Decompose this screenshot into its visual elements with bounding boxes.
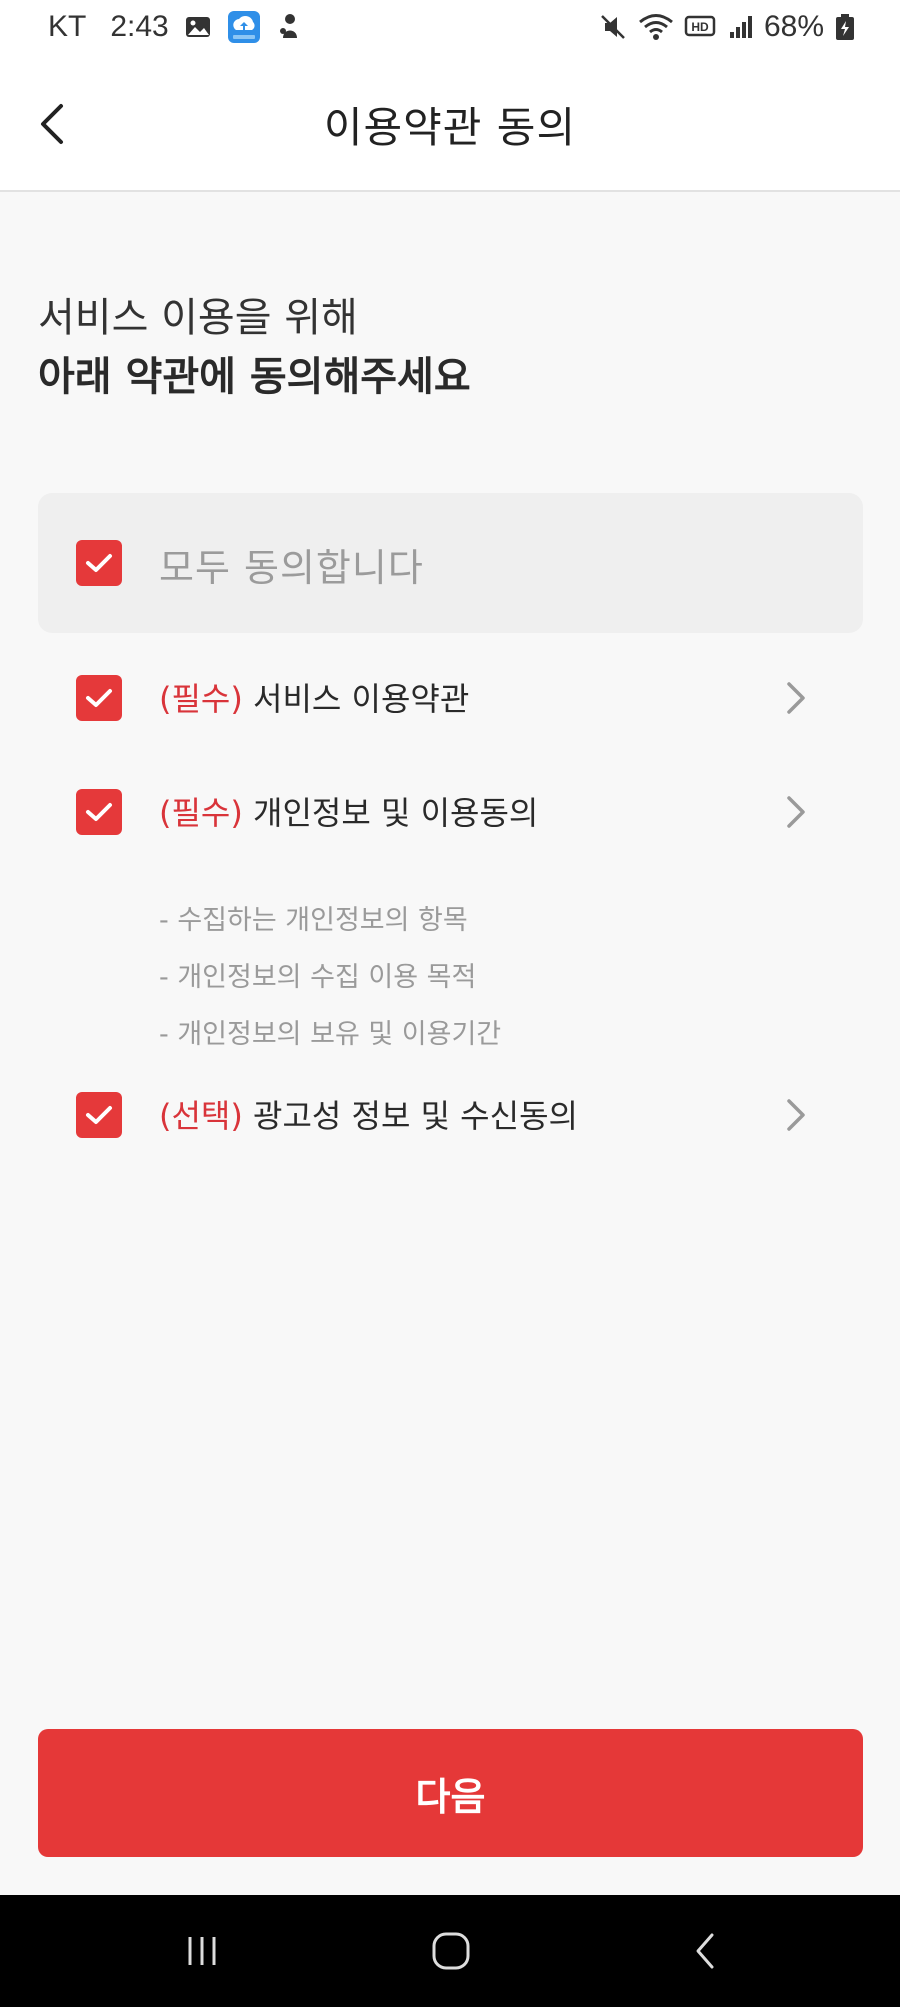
agree-all-label: 모두 동의합니다 [159, 546, 424, 590]
privacy-detail-item: - 수집하는 개인정보의 항목 [159, 905, 468, 936]
recent-apps-button[interactable] [172, 1923, 232, 1979]
required-tag: (필수) [159, 794, 243, 832]
check-icon [86, 1106, 112, 1124]
hd-voice-icon: HD [684, 12, 718, 42]
optional-tag: (선택) [159, 1097, 243, 1135]
privacy-detail-item: - 개인정보의 보유 및 이용기간 [159, 1019, 502, 1050]
term-item-marketing[interactable]: (선택) 광고성 정보 및 수신동의 [38, 1075, 863, 1155]
term-label-privacy: (필수) 개인정보 및 이용동의 [159, 788, 538, 834]
agree-all-checkbox[interactable] [76, 540, 122, 586]
privacy-detail-item: - 개인정보의 수집 이용 목적 [159, 962, 477, 993]
app-header: 이용약관 동의 [0, 58, 900, 192]
wifi-icon [638, 12, 674, 42]
term-title: 서비스 이용약관 [253, 680, 470, 718]
carrier-name: KT [48, 10, 87, 43]
next-button[interactable]: 다음 [38, 1729, 863, 1857]
term-item-service[interactable]: (필수) 서비스 이용약관 [38, 658, 863, 738]
term-checkbox-marketing[interactable] [76, 1092, 122, 1138]
check-icon [86, 803, 112, 821]
chevron-right-icon[interactable] [781, 676, 811, 720]
privacy-details-list: - 수집하는 개인정보의 항목 - 개인정보의 수집 이용 목적 - 개인정보의… [159, 892, 501, 1063]
back-icon [696, 1933, 714, 1969]
status-bar-left: KT 2:43 [48, 10, 305, 44]
system-nav-bar [0, 1895, 900, 2007]
term-title: 개인정보 및 이용동의 [253, 794, 539, 832]
intro-text: 서비스 이용을 위해 아래 약관에 동의해주세요 [38, 290, 858, 408]
home-icon [432, 1932, 470, 1970]
signal-icon [728, 12, 754, 42]
check-icon [86, 689, 112, 707]
mute-icon [598, 12, 628, 42]
system-back-button[interactable] [675, 1923, 735, 1979]
term-checkbox-service[interactable] [76, 675, 122, 721]
notification-app-icon [275, 12, 305, 42]
svg-text:HD: HD [691, 20, 709, 34]
recent-apps-icon [188, 1937, 216, 1965]
term-title: 광고성 정보 및 수신동의 [253, 1097, 578, 1135]
term-checkbox-privacy[interactable] [76, 789, 122, 835]
battery-icon [834, 12, 856, 42]
intro-line-2: 아래 약관에 동의해주세요 [38, 354, 471, 400]
intro-line-1: 서비스 이용을 위해 [38, 295, 358, 341]
chevron-right-icon[interactable] [781, 790, 811, 834]
agree-all-row[interactable]: 모두 동의합니다 [38, 493, 863, 633]
gallery-icon [183, 12, 213, 42]
required-tag: (필수) [159, 680, 243, 718]
cloud-upload-app-icon [227, 10, 261, 44]
chevron-right-icon[interactable] [781, 1093, 811, 1137]
status-bar-right: HD 68% [598, 10, 856, 44]
home-button[interactable] [421, 1923, 481, 1979]
page-title: 이용약관 동의 [323, 103, 577, 152]
check-icon [86, 554, 112, 572]
battery-percent: 68% [763, 10, 824, 43]
term-label-service: (필수) 서비스 이용약관 [159, 674, 469, 720]
term-item-privacy[interactable]: (필수) 개인정보 및 이용동의 [38, 772, 863, 852]
status-bar: KT 2:43 HD 68% [0, 0, 900, 58]
clock: 2:43 [110, 10, 169, 43]
term-label-marketing: (선택) 광고성 정보 및 수신동의 [159, 1091, 578, 1137]
